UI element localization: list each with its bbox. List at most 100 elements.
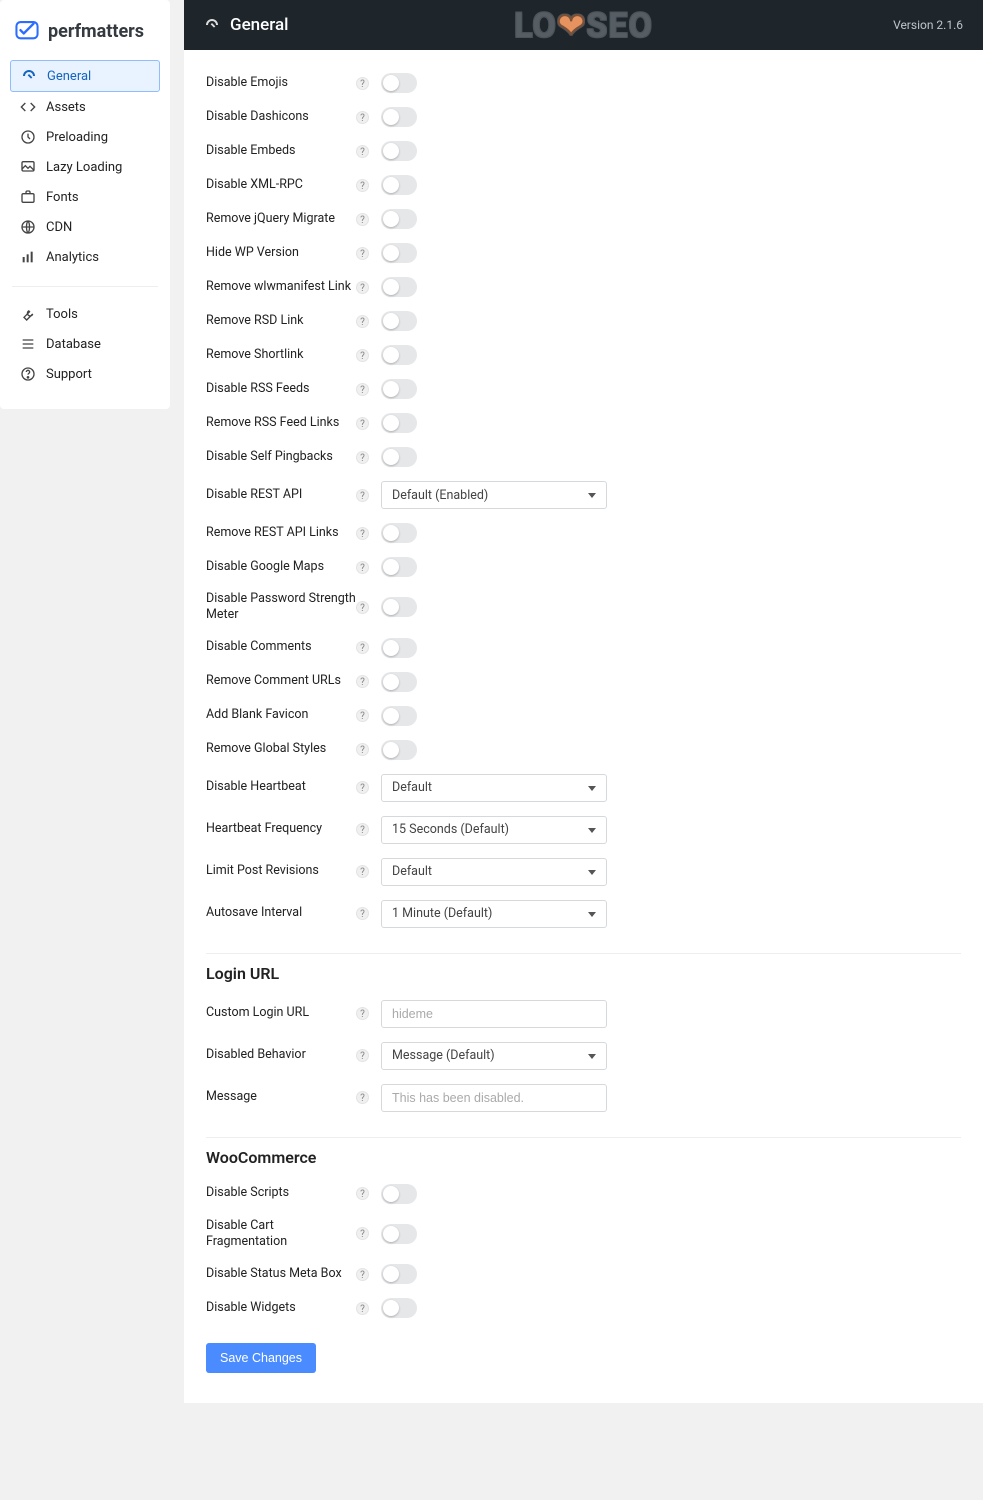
setting-row-disable-widgets: Disable Widgets?: [206, 1291, 961, 1325]
help-icon[interactable]: ?: [356, 383, 369, 396]
sidebar-item-database[interactable]: Database: [10, 329, 160, 359]
toggle-disable-embeds[interactable]: [381, 141, 417, 161]
sidebar-item-fonts[interactable]: Fonts: [10, 182, 160, 212]
input-custom-login-url[interactable]: [381, 1000, 607, 1028]
sidebar-item-support[interactable]: Support: [10, 359, 160, 389]
sidebar: perfmatters GeneralAssetsPreloadingLazy …: [0, 0, 170, 409]
image-icon: [20, 159, 36, 175]
help-icon[interactable]: ?: [356, 77, 369, 90]
section-divider: [206, 953, 961, 954]
toggle-disable-dashicons[interactable]: [381, 107, 417, 127]
setting-row-remove-jquery-migrate: Remove jQuery Migrate?: [206, 202, 961, 236]
save-button[interactable]: Save Changes: [206, 1343, 316, 1373]
sidebar-item-general[interactable]: General: [10, 60, 160, 92]
toggle-disable-google-maps[interactable]: [381, 557, 417, 577]
toggle-disable-status-meta-box[interactable]: [381, 1264, 417, 1284]
toggle-disable-comments[interactable]: [381, 638, 417, 658]
help-icon[interactable]: ?: [356, 601, 369, 614]
setting-row-remove-rsd-link: Remove RSD Link?: [206, 304, 961, 338]
toggle-disable-widgets[interactable]: [381, 1298, 417, 1318]
help-icon[interactable]: ?: [356, 1268, 369, 1281]
toggle-remove-jquery-migrate[interactable]: [381, 209, 417, 229]
toggle-disable-xml-rpc[interactable]: [381, 175, 417, 195]
help-icon[interactable]: ?: [356, 315, 369, 328]
help-icon[interactable]: ?: [356, 281, 369, 294]
setting-label: Disable Scripts: [206, 1185, 356, 1201]
input-message[interactable]: [381, 1084, 607, 1112]
toggle-remove-rsd-link[interactable]: [381, 311, 417, 331]
select-value: 15 Seconds (Default): [392, 822, 509, 837]
select-heartbeat-frequency[interactable]: 15 Seconds (Default): [381, 816, 607, 844]
help-icon[interactable]: ?: [356, 213, 369, 226]
help-icon[interactable]: ?: [356, 641, 369, 654]
help-icon[interactable]: ?: [356, 111, 369, 124]
help-icon[interactable]: ?: [356, 781, 369, 794]
help-icon[interactable]: ?: [356, 527, 369, 540]
help-icon[interactable]: ?: [356, 1007, 369, 1020]
setting-label: Disable Dashicons: [206, 109, 356, 125]
select-disabled-behavior[interactable]: Message (Default): [381, 1042, 607, 1070]
toggle-disable-scripts[interactable]: [381, 1184, 417, 1204]
help-icon[interactable]: ?: [356, 743, 369, 756]
toggle-disable-self-pingbacks[interactable]: [381, 447, 417, 467]
toggle-disable-rss-feeds[interactable]: [381, 379, 417, 399]
sidebar-item-analytics[interactable]: Analytics: [10, 242, 160, 272]
toggle-remove-rss-feed-links[interactable]: [381, 413, 417, 433]
sidebar-item-assets[interactable]: Assets: [10, 92, 160, 122]
gauge-icon: [204, 17, 220, 33]
setting-label: Disable Embeds: [206, 143, 356, 159]
help-icon[interactable]: ?: [356, 561, 369, 574]
help-icon[interactable]: ?: [356, 489, 369, 502]
select-disable-heartbeat[interactable]: Default: [381, 774, 607, 802]
select-autosave-interval[interactable]: 1 Minute (Default): [381, 900, 607, 928]
main-panel: General LO❤SEO Version 2.1.6 Disable Emo…: [184, 0, 983, 1403]
sidebar-item-lazy-loading[interactable]: Lazy Loading: [10, 152, 160, 182]
select-limit-post-revisions[interactable]: Default: [381, 858, 607, 886]
setting-row-disable-emojis: Disable Emojis?: [206, 66, 961, 100]
help-icon[interactable]: ?: [356, 1049, 369, 1062]
select-disable-rest-api[interactable]: Default (Enabled): [381, 481, 607, 509]
help-icon[interactable]: ?: [356, 1187, 369, 1200]
help-icon[interactable]: ?: [356, 247, 369, 260]
toggle-remove-comment-urls[interactable]: [381, 672, 417, 692]
help-icon[interactable]: ?: [356, 1227, 369, 1240]
sidebar-item-preloading[interactable]: Preloading: [10, 122, 160, 152]
help-icon[interactable]: ?: [356, 823, 369, 836]
toggle-add-blank-favicon[interactable]: [381, 706, 417, 726]
help-icon[interactable]: ?: [356, 349, 369, 362]
setting-label: Hide WP Version: [206, 245, 356, 261]
sidebar-nav-secondary: Tools DatabaseSupport: [0, 293, 170, 397]
help-icon[interactable]: ?: [356, 145, 369, 158]
help-icon[interactable]: ?: [356, 1091, 369, 1104]
sidebar-item-label: Assets: [46, 100, 86, 115]
setting-row-disable-xml-rpc: Disable XML-RPC?: [206, 168, 961, 202]
setting-row-disable-status-meta-box: Disable Status Meta Box?: [206, 1257, 961, 1291]
help-icon[interactable]: ?: [356, 709, 369, 722]
sidebar-item-label: Tools: [46, 307, 78, 322]
setting-row-disable-cart-fragmentation: Disable Cart Fragmentation?: [206, 1211, 961, 1258]
sidebar-item-tools[interactable]: Tools: [10, 299, 160, 329]
section-title-login: Login URL: [206, 964, 961, 983]
help-icon[interactable]: ?: [356, 675, 369, 688]
select-value: Default (Enabled): [392, 488, 488, 503]
toggle-remove-shortlink[interactable]: [381, 345, 417, 365]
toggle-remove-rest-api-links[interactable]: [381, 523, 417, 543]
help-icon[interactable]: ?: [356, 417, 369, 430]
help-icon[interactable]: ?: [356, 865, 369, 878]
toggle-disable-password-strength-meter[interactable]: [381, 597, 417, 617]
toggle-remove-wlwmanifest-link[interactable]: [381, 277, 417, 297]
help-icon[interactable]: ?: [356, 451, 369, 464]
help-icon[interactable]: ?: [356, 179, 369, 192]
setting-label: Remove Comment URLs: [206, 673, 356, 689]
toggle-remove-global-styles[interactable]: [381, 740, 417, 760]
sidebar-item-label: Fonts: [46, 190, 79, 205]
toggle-hide-wp-version[interactable]: [381, 243, 417, 263]
setting-label: Disable Cart Fragmentation: [206, 1218, 356, 1251]
sidebar-item-label: CDN: [46, 220, 72, 235]
help-icon[interactable]: ?: [356, 907, 369, 920]
help-icon[interactable]: ?: [356, 1302, 369, 1315]
toggle-disable-cart-fragmentation[interactable]: [381, 1224, 417, 1244]
sidebar-item-cdn[interactable]: CDN: [10, 212, 160, 242]
question-icon: [20, 366, 36, 382]
toggle-disable-emojis[interactable]: [381, 73, 417, 93]
